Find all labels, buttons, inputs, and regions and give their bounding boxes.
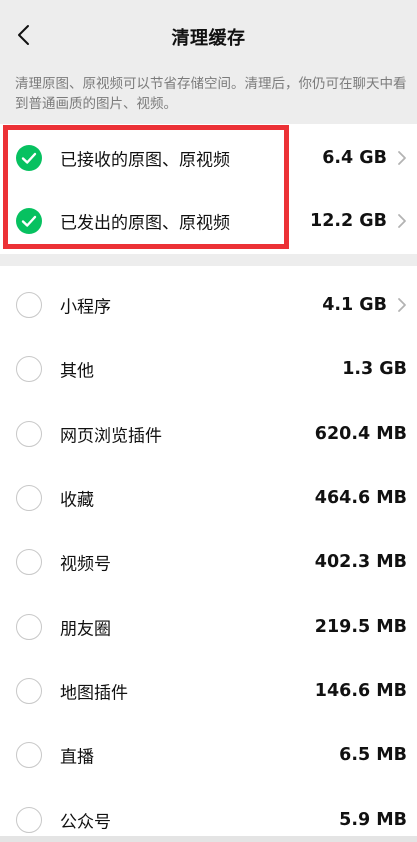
cache-item-label: 地图插件 [60, 683, 128, 704]
cache-item-row[interactable]: 地图插件 146.6 MB [0, 659, 417, 723]
navigation-bar: 清理缓存 [0, 0, 417, 70]
clear-cache-page: 清理缓存 清理原图、原视频可以节省存储空间。清理后，你仍可在聊天中看到普通画质的… [0, 0, 417, 842]
cache-item-label: 网页浏览插件 [60, 426, 162, 447]
cache-item-label: 公众号 [60, 812, 111, 833]
original-media-section: 已接收的原图、原视频 6.4 GB 已发出的原图、原视频 12.2 GB [0, 124, 417, 254]
unchecked-checkbox[interactable] [16, 742, 42, 768]
cache-item-size: 464.6 MB [314, 488, 407, 508]
cache-item-row[interactable]: 其他 1.3 GB [0, 337, 417, 401]
cache-item-row[interactable]: 已接收的原图、原视频 6.4 GB [0, 126, 417, 190]
cache-item-size: 1.3 GB [342, 359, 407, 379]
checked-checkbox[interactable] [16, 208, 42, 234]
unchecked-checkbox[interactable] [16, 356, 42, 382]
cache-item-row[interactable]: 朋友圈 219.5 MB [0, 595, 417, 659]
cache-item-size: 219.5 MB [314, 617, 407, 637]
unchecked-checkbox[interactable] [16, 421, 42, 447]
cache-item-label: 小程序 [60, 297, 111, 318]
cache-item-label: 直播 [60, 747, 94, 768]
unchecked-checkbox[interactable] [16, 549, 42, 575]
unchecked-checkbox[interactable] [16, 485, 42, 511]
cache-item-row[interactable]: 视频号 402.3 MB [0, 530, 417, 594]
unchecked-checkbox[interactable] [16, 614, 42, 640]
checkmark-icon [21, 152, 37, 164]
cache-item-label: 视频号 [60, 554, 111, 575]
bottom-bar [0, 836, 417, 842]
cache-item-size: 6.5 MB [339, 745, 407, 765]
chevron-right-icon[interactable] [397, 150, 407, 166]
cache-item-size: 402.3 MB [314, 552, 407, 572]
cache-item-size: 6.4 GB [322, 148, 387, 168]
description-text: 清理原图、原视频可以节省存储空间。清理后，你仍可在聊天中看到普通画质的图片、视频… [15, 76, 407, 112]
cache-item-size: 146.6 MB [314, 681, 407, 701]
cache-item-size: 4.1 GB [322, 295, 387, 315]
cache-item-label: 已发出的原图、原视频 [60, 213, 230, 234]
chevron-right-icon[interactable] [397, 297, 407, 313]
cache-item-row[interactable]: 已发出的原图、原视频 12.2 GB [0, 189, 417, 253]
cache-item-row[interactable]: 网页浏览插件 620.4 MB [0, 402, 417, 466]
cache-item-size: 5.9 MB [339, 810, 407, 830]
cache-item-row[interactable]: 小程序 4.1 GB [0, 273, 417, 337]
unchecked-checkbox[interactable] [16, 678, 42, 704]
other-cache-section: 小程序 4.1 GB 其他 1.3 GB 网页浏览插件 620.4 MB 收藏 464.6 M… [0, 266, 417, 836]
cache-item-size: 620.4 MB [314, 424, 407, 444]
cache-item-row[interactable]: 收藏 464.6 MB [0, 466, 417, 530]
unchecked-checkbox[interactable] [16, 807, 42, 833]
page-title: 清理缓存 [171, 28, 246, 49]
cache-item-size: 12.2 GB [310, 211, 387, 231]
cache-item-label: 收藏 [60, 490, 94, 511]
cache-item-label: 其他 [60, 361, 94, 382]
cache-item-row[interactable]: 直播 6.5 MB [0, 723, 417, 787]
cache-item-label: 已接收的原图、原视频 [60, 150, 230, 171]
cache-item-row[interactable]: 公众号 5.9 MB [0, 788, 417, 842]
chevron-right-icon[interactable] [397, 213, 407, 229]
cache-item-label: 朋友圈 [60, 619, 111, 640]
unchecked-checkbox[interactable] [16, 292, 42, 318]
checkmark-icon [21, 215, 37, 227]
checked-checkbox[interactable] [16, 145, 42, 171]
